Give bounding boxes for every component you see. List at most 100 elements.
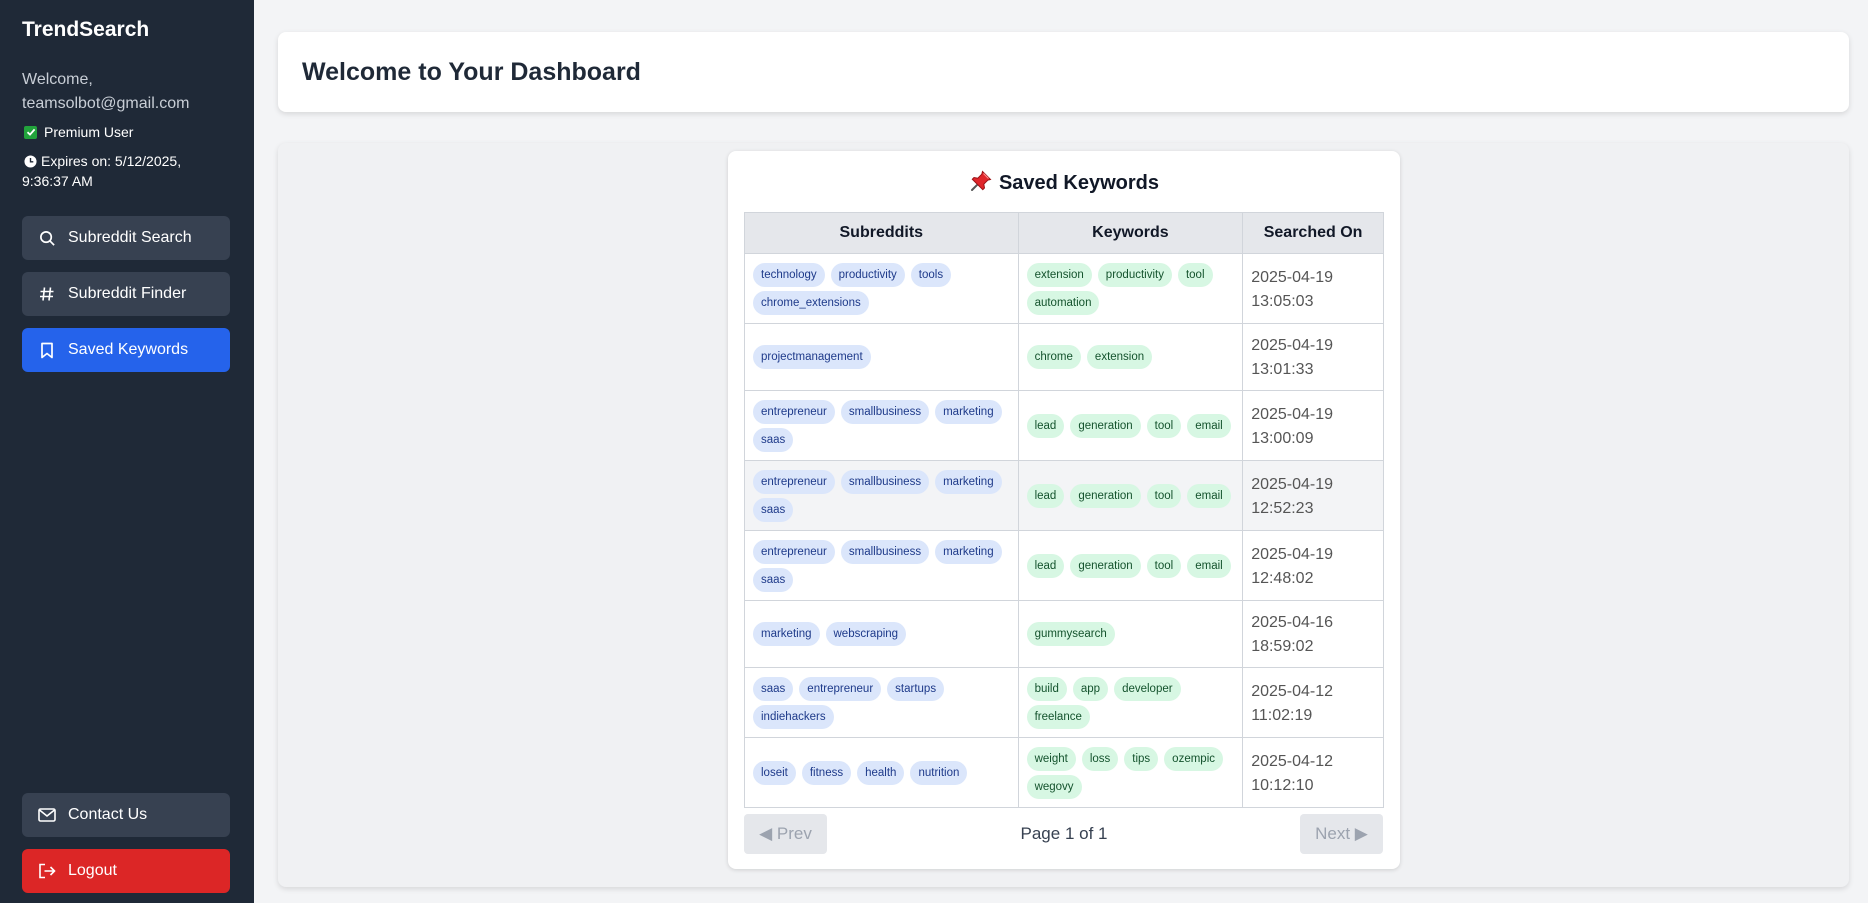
keyword-tag: email (1187, 483, 1231, 508)
nav-label: Subreddit Search (68, 229, 192, 246)
subreddit-tag: entrepreneur (799, 676, 882, 701)
next-page-button[interactable]: Next ▶ (1300, 814, 1383, 854)
searched-on-cell: 2025-04-12 11:02:19 (1242, 667, 1384, 738)
brand-logo: TrendSearch (22, 18, 150, 41)
saved-keywords-card: Saved Keywords Subreddits Keywords Searc… (728, 151, 1400, 869)
nav-subreddit-finder[interactable]: Subreddit Finder (22, 272, 230, 316)
subreddit-tag: indiehackers (753, 704, 834, 729)
subreddit-tag: health (857, 760, 905, 785)
keyword-tag: loss (1081, 746, 1119, 771)
expiry-info: Expires on: 5/12/2025, 9:36:37 AM (22, 151, 222, 191)
keywords-cell: chrome extension (1017, 323, 1244, 391)
bookmark-icon (38, 341, 56, 359)
searched-on-cell: 2025-04-19 13:00:09 (1242, 390, 1384, 461)
keyword-tag: extension (1026, 262, 1092, 287)
subreddit-tag: saas (753, 676, 794, 701)
nav-label: Saved Keywords (68, 341, 189, 358)
searched-on-cell: 2025-04-16 18:59:02 (1242, 600, 1384, 668)
mail-icon (38, 806, 56, 824)
subreddits-cell: marketing webscraping (744, 600, 1019, 668)
subreddit-tag: entrepreneur (753, 399, 835, 424)
keyword-tag: chrome (1026, 345, 1081, 369)
keyword-tag: wegovy (1026, 774, 1082, 799)
subreddit-tag: marketing (753, 622, 820, 646)
keyword-tag: tool (1146, 483, 1182, 508)
subreddit-tag: saas (753, 427, 794, 452)
subreddits-cell: projectmanagement (744, 323, 1019, 391)
keyword-tag: tips (1124, 746, 1159, 771)
saved-keywords-table: Subreddits Keywords Searched On technolo… (744, 212, 1384, 808)
keyword-tag: email (1187, 413, 1231, 438)
keyword-tag: weight (1026, 746, 1076, 771)
subreddits-cell: entrepreneur smallbusiness marketing saas (744, 390, 1019, 461)
table-row[interactable]: entrepreneur smallbusiness marketing saas le… (744, 460, 1384, 531)
table-header-row: Subreddits Keywords Searched On (744, 212, 1384, 254)
premium-badge: Premium User (24, 124, 133, 140)
keywords-cell: lead generation tool email (1017, 460, 1244, 531)
subreddit-tag: tools (910, 262, 952, 287)
contact-us-button[interactable]: Contact Us (22, 793, 230, 837)
subreddit-tag: marketing (935, 469, 1002, 494)
logout-button[interactable]: Logout (22, 849, 230, 893)
searched-on-cell: 2025-04-19 12:48:02 (1242, 530, 1384, 601)
nav-saved-keywords[interactable]: Saved Keywords (22, 328, 230, 372)
subreddits-cell: loseit fitness health nutrition (744, 737, 1019, 808)
subreddits-cell: entrepreneur smallbusiness marketing saas (744, 530, 1019, 601)
premium-label: Premium User (44, 124, 134, 140)
page-title: Welcome to Your Dashboard (302, 58, 641, 86)
keyword-tag: ozempic (1164, 746, 1223, 771)
keyword-tag: productivity (1097, 262, 1172, 287)
subreddit-tag: projectmanagement (753, 345, 871, 369)
keyword-tag: lead (1026, 553, 1065, 578)
subreddits-cell: saas entrepreneur startups indiehackers (744, 667, 1019, 738)
check-icon (24, 125, 37, 139)
keyword-tag: automation (1026, 290, 1100, 315)
keyword-tag: email (1187, 553, 1231, 578)
keywords-cell: gummysearch (1017, 600, 1244, 668)
subreddit-tag: smallbusiness (840, 539, 930, 564)
subreddit-tag: webscraping (825, 622, 907, 646)
searched-on-cell: 2025-04-12 10:12:10 (1242, 737, 1384, 808)
pushpin-icon (970, 170, 992, 191)
subreddits-cell: technology productivity tools chrome_extens… (744, 253, 1019, 324)
expiry-text: Expires on: 5/12/2025, 9:36:37 AM (22, 153, 182, 189)
subreddit-tag: smallbusiness (840, 399, 930, 424)
table-row[interactable]: technology productivity tools chrome_extens… (744, 253, 1384, 324)
keywords-cell: weight loss tips ozempic wegovy (1017, 737, 1244, 808)
keyword-tag: generation (1070, 483, 1141, 508)
keyword-tag: freelance (1026, 704, 1090, 729)
keywords-cell: build app developer freelance (1017, 667, 1244, 738)
subreddit-tag: startups (887, 676, 945, 701)
table-row[interactable]: entrepreneur smallbusiness marketing saas le… (744, 530, 1384, 601)
searched-on-cell: 2025-04-19 13:05:03 (1242, 253, 1384, 324)
subreddit-tag: technology (753, 262, 825, 287)
nav-subreddit-search[interactable]: Subreddit Search (22, 216, 230, 260)
keyword-tag: build (1026, 676, 1067, 701)
table-row[interactable]: saas entrepreneur startups indiehackers buil… (744, 667, 1384, 738)
clock-icon (24, 155, 37, 168)
subreddit-tag: marketing (935, 399, 1002, 424)
table-row[interactable]: projectmanagement chrome extension 2025-04-… (744, 323, 1384, 391)
sidebar: TrendSearch Welcome, teamsolbot@gmail.co… (0, 0, 254, 903)
hash-icon (38, 285, 56, 303)
keyword-tag: extension (1086, 345, 1153, 369)
welcome-block: Welcome, teamsolbot@gmail.com (22, 68, 242, 116)
keyword-tag: tool (1146, 413, 1182, 438)
keyword-tag: gummysearch (1026, 622, 1115, 646)
table-body: technology productivity tools chrome_extens… (744, 253, 1384, 808)
column-header-searched-on: Searched On (1242, 212, 1384, 254)
nav-label: Logout (68, 862, 117, 879)
subreddit-tag: loseit (753, 760, 796, 785)
table-row[interactable]: marketing webscraping gummysearch 2025-04-1… (744, 600, 1384, 668)
subreddit-tag: entrepreneur (753, 539, 835, 564)
nav-label: Subreddit Finder (68, 285, 187, 302)
keyword-tag: generation (1070, 553, 1141, 578)
search-icon (38, 229, 56, 247)
welcome-label: Welcome, (22, 71, 93, 88)
subreddit-tag: chrome_extensions (753, 290, 869, 315)
table-row[interactable]: entrepreneur smallbusiness marketing saas le… (744, 390, 1384, 461)
column-header-subreddits: Subreddits (744, 212, 1019, 254)
table-row[interactable]: loseit fitness health nutrition weight loss ti… (744, 737, 1384, 808)
keyword-tag: lead (1026, 483, 1065, 508)
subreddit-tag: smallbusiness (840, 469, 930, 494)
